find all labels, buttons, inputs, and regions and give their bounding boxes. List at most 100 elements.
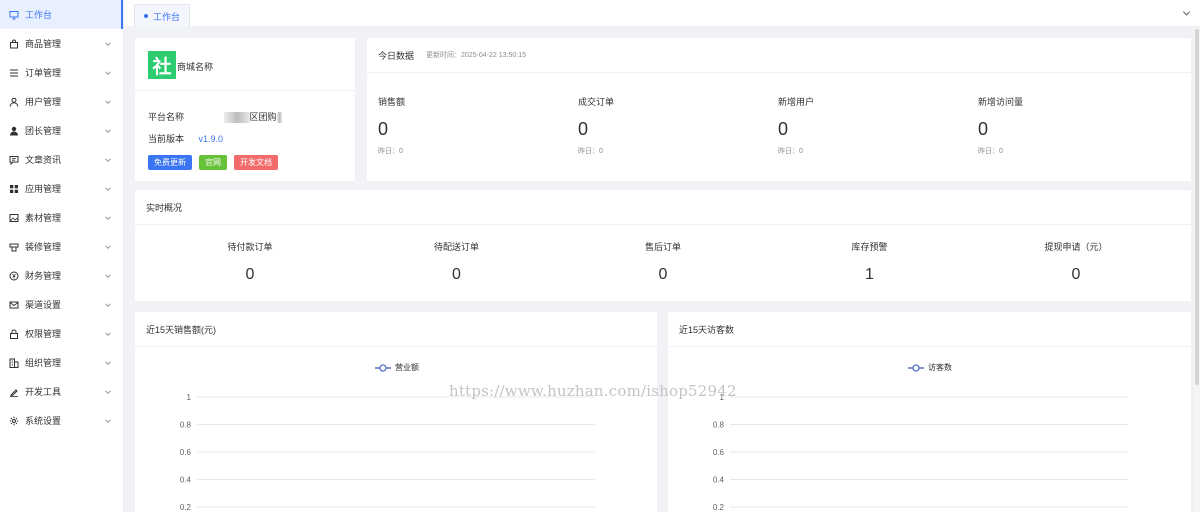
chevron-down-icon xyxy=(104,127,112,135)
chevron-down-icon xyxy=(104,69,112,77)
update-button[interactable]: 免费更新 xyxy=(148,155,192,170)
chevron-down-icon xyxy=(104,243,112,251)
realtime-item-1[interactable]: 待配送订单 0 xyxy=(377,240,537,284)
sidebar-item-label: 渠道设置 xyxy=(25,300,62,310)
visitor-chart-card: 近15天访客数 访客数 1 0.8 0.6 0.4 0.2 xyxy=(668,312,1191,512)
sidebar-item-1[interactable]: 商品管理 xyxy=(0,29,123,58)
realtime-label: 售后订单 xyxy=(644,242,681,252)
visitor-chart-title: 近15天访客数 xyxy=(679,324,735,335)
platform-value-text: 区团购 xyxy=(249,112,277,122)
scroll-thumb[interactable] xyxy=(1195,29,1199,385)
y-tick-label: 0.6 xyxy=(713,448,725,457)
sales-chart-title: 近15天销售额(元) xyxy=(146,324,217,335)
image-icon xyxy=(9,213,19,223)
stat-label: 新增用户 xyxy=(778,97,815,107)
sidebar-item-8[interactable]: 装修管理 xyxy=(0,232,123,261)
sidebar-item-4[interactable]: 团长管理 xyxy=(0,116,123,145)
chevron-down-icon xyxy=(104,214,112,222)
blurred-text xyxy=(276,112,282,124)
chevron-down-icon xyxy=(104,359,112,367)
platform-label: 平台名称 xyxy=(148,112,185,122)
decoration-icon xyxy=(9,242,19,252)
realtime-header: 实时概况 xyxy=(135,190,1191,225)
chevron-down-icon xyxy=(104,301,112,309)
tab-bar: 工作台 xyxy=(124,0,1200,27)
stat-yesterday: 昨日：0 xyxy=(778,148,803,155)
sidebar-item-11[interactable]: 权限管理 xyxy=(0,319,123,348)
version-label: 当前版本 xyxy=(148,134,185,144)
stat-yesterday: 昨日：0 xyxy=(378,148,403,155)
page-scrollbar[interactable] xyxy=(1194,27,1200,512)
sidebar-item-label: 开发工具 xyxy=(25,387,62,397)
y-tick-label: 0.2 xyxy=(713,503,725,512)
docs-button[interactable]: 开发文档 xyxy=(234,155,278,170)
sidebar-item-6[interactable]: 应用管理 xyxy=(0,174,123,203)
stat-label: 新增访问量 xyxy=(978,97,1024,107)
realtime-item-0[interactable]: 待付款订单 0 xyxy=(170,240,330,284)
realtime-label: 待配送订单 xyxy=(433,242,479,252)
sidebar-item-10[interactable]: 渠道设置 xyxy=(0,290,123,319)
sales-chart-card: 近15天销售额(元) 营业额 1 0.8 0.6 0.4 0.2 xyxy=(135,312,657,512)
info-buttons: 免费更新 官网 开发文档 xyxy=(148,155,278,170)
realtime-item-4[interactable]: 提现申请（元） 0 xyxy=(996,240,1156,284)
platform-value: 区团购 xyxy=(201,112,282,124)
realtime-value: 0 xyxy=(1071,266,1081,283)
chevron-down-icon xyxy=(104,417,112,425)
y-tick-label: 0.6 xyxy=(180,448,192,457)
stat-yesterday: 昨日：0 xyxy=(978,148,1003,155)
list-icon xyxy=(9,68,19,78)
website-button[interactable]: 官网 xyxy=(199,155,227,170)
sidebar-item-label: 应用管理 xyxy=(25,184,62,194)
y-tick-label: 0.8 xyxy=(180,421,192,430)
today-header: 今日数据 更新时间：2025-04-22 13:50:15 xyxy=(367,38,1191,73)
apps-grid-icon xyxy=(9,184,19,194)
visitor-line-chart: 10.80.60.40.2 xyxy=(713,393,1128,512)
sidebar-item-7[interactable]: 素材管理 xyxy=(0,203,123,232)
sidebar-item-label: 用户管理 xyxy=(25,97,62,107)
today-stat-1: 成交订单 0 昨日：0 xyxy=(578,95,614,156)
realtime-item-3[interactable]: 库存预警 1 xyxy=(790,240,950,284)
chevron-down-icon xyxy=(104,40,112,48)
sidebar-item-14[interactable]: 系统设置 xyxy=(0,406,123,435)
watermark-text: https://www.huzhan.com/ishop52942 xyxy=(449,382,737,400)
sidebar-item-9[interactable]: 财务管理 xyxy=(0,261,123,290)
blurred-text xyxy=(223,112,250,124)
realtime-card: 实时概况 待付款订单 0 待配送订单 0 售后订单 0 库存预警 1 提现申请（元） 0 xyxy=(135,190,1191,301)
message-icon xyxy=(9,155,19,165)
sidebar-item-label: 装修管理 xyxy=(25,242,62,252)
sidebar-item-0[interactable]: 工作台 xyxy=(0,0,123,29)
sidebar-item-5[interactable]: 文章资讯 xyxy=(0,145,123,174)
tab-label: 工作台 xyxy=(153,11,181,22)
sidebar: 工作台商品管理 订单管理用户管理团长管理文章资讯应用管理素材管理装修管理财务管理渠… xyxy=(0,0,124,512)
chevron-down-icon xyxy=(104,272,112,280)
divider xyxy=(135,90,355,91)
chevron-down-icon[interactable] xyxy=(1182,9,1191,18)
sidebar-item-13[interactable]: 开发工具 xyxy=(0,377,123,406)
sidebar-item-label: 工作台 xyxy=(25,10,53,20)
sidebar-item-label: 财务管理 xyxy=(25,271,62,281)
sidebar-item-3[interactable]: 用户管理 xyxy=(0,87,123,116)
tab-workbench[interactable]: 工作台 xyxy=(134,4,191,27)
monitor-icon xyxy=(9,10,19,20)
gear-icon xyxy=(9,416,19,426)
realtime-title: 实时概况 xyxy=(146,202,183,213)
sidebar-item-2[interactable]: 订单管理 xyxy=(0,58,123,87)
visitor-chart-header: 近15天访客数 xyxy=(668,312,1191,347)
realtime-label: 待付款订单 xyxy=(227,242,273,252)
sidebar-item-12[interactable]: 组织管理 xyxy=(0,348,123,377)
realtime-item-2[interactable]: 售后订单 0 xyxy=(583,240,743,284)
pen-icon xyxy=(9,387,19,397)
tab-active-dot xyxy=(144,14,148,18)
chevron-down-icon xyxy=(104,185,112,193)
chevron-down-icon xyxy=(104,156,112,164)
y-tick-label: 0.4 xyxy=(180,476,192,485)
chevron-down-icon xyxy=(104,330,112,338)
today-stat-2: 新增用户 0 昨日：0 xyxy=(778,95,814,156)
realtime-value: 0 xyxy=(658,266,668,283)
update-time: 更新时间：2025-04-22 13:50:15 xyxy=(426,52,527,59)
stat-value: 0 xyxy=(778,119,789,139)
sidebar-item-label: 团长管理 xyxy=(25,126,62,136)
today-title: 今日数据 xyxy=(378,50,415,61)
stat-value: 0 xyxy=(378,119,389,139)
shop-info-card: 社 商城名称 平台名称 区团购 当前版本 v1.9.0 免费更新 官网 开发文档 xyxy=(135,38,355,181)
